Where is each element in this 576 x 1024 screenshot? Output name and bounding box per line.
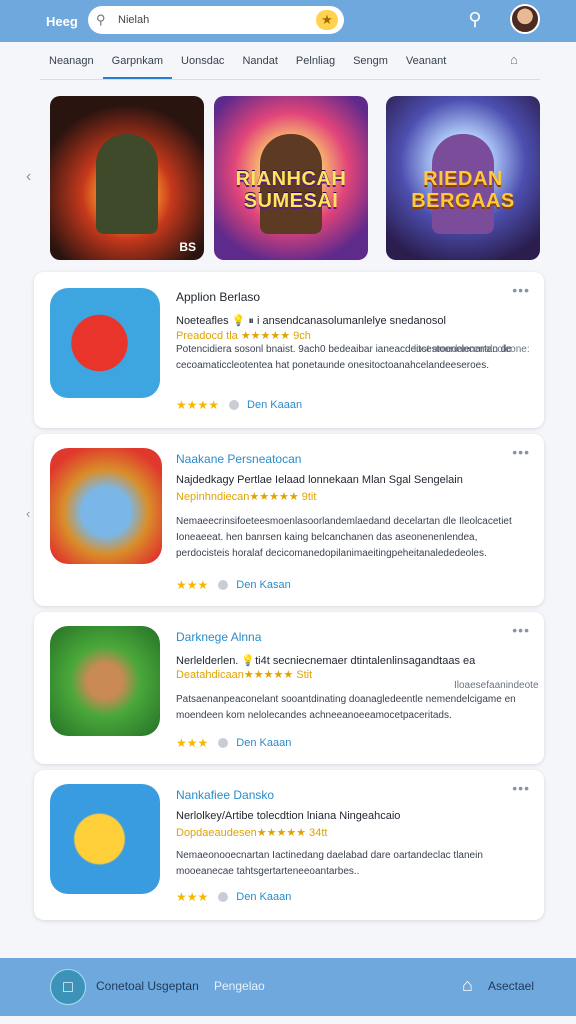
app-card-1[interactable]: ••• Applion Berlaso Noeteafles 💡 ⏸ i ans… <box>34 272 544 428</box>
featured-carousel: ‹ BS RIANHCAH SUMESAI RIEDAN BERGAAS <box>24 92 554 264</box>
tab-6[interactable]: Veanant <box>397 43 455 79</box>
tab-5[interactable]: Sengm <box>344 43 397 79</box>
bottom-right-link[interactable]: Asectael <box>488 979 534 993</box>
search-icon: ⚲ <box>96 12 106 27</box>
app-icon[interactable] <box>50 784 160 894</box>
info-icon <box>218 892 229 902</box>
app-name[interactable]: Naakane Persneatocan <box>176 452 301 466</box>
app-actions: ★★★ Den Kaaan <box>176 890 291 904</box>
app-actions: ★★★ Den Kaaan <box>176 736 291 750</box>
chevron-left-icon[interactable]: ‹ <box>26 506 30 521</box>
app-card-4[interactable]: ••• Nankafiee Dansko Nerlolkey/Artibe to… <box>34 770 544 920</box>
soldier-character-image <box>96 134 158 234</box>
app-icon[interactable] <box>50 448 162 564</box>
app-subtitle: Noeteafles 💡 ⏸ i ansendcanasolumanlelye … <box>176 315 446 327</box>
tab-1[interactable]: Garpnkam <box>102 43 173 79</box>
bottom-primary-link[interactable]: Conetoal Usgeptan <box>96 979 199 993</box>
home-icon[interactable]: ⌂ <box>462 975 482 997</box>
info-icon <box>229 400 240 410</box>
more-options-icon[interactable]: ••• <box>512 282 530 298</box>
tab-0[interactable]: Neanagn <box>40 43 103 79</box>
featured-game-2[interactable]: RIANHCAH SUMESAI <box>214 96 368 260</box>
app-actions: ★★★ Den Kasan <box>176 578 291 592</box>
star-rating: ★★★ <box>176 736 209 750</box>
category-tabs: Neanagn Garpnkam Uonsdac Nandat Pelnliag… <box>40 42 540 80</box>
app-subtitle: Nerlelderlen. 💡ti4t secniecnemaer dtinta… <box>176 655 476 667</box>
app-description: Patsaenanpeaconelant sooantdinating doan… <box>176 694 516 721</box>
app-name[interactable]: Darknege Alnna <box>176 630 261 644</box>
featured-title: RIANHCAH SUMESAI <box>235 168 347 212</box>
bell-icon[interactable]: ⌂ <box>510 52 526 68</box>
app-meta: Iloaesefaanindeote <box>454 680 539 691</box>
app-rating: Preadocd tla ★★★★★ 9ch <box>176 330 311 342</box>
app-name[interactable]: Applion Berlaso <box>176 290 260 304</box>
app-actions: ★★★★ Den Kaaan <box>176 398 302 412</box>
featured-game-1[interactable]: BS <box>50 96 204 260</box>
app-icon[interactable] <box>50 288 160 398</box>
app-icon[interactable] <box>50 626 160 736</box>
tab-2[interactable]: Uonsdac <box>172 43 233 79</box>
app-brand[interactable]: Heeg <box>12 14 82 29</box>
app-name[interactable]: Nankafiee Dansko <box>176 788 274 802</box>
app-description: Nemaeecrinsifoeteesmoenlasoorlandemlaeda… <box>176 516 512 559</box>
app-rating: Deatahdicaan★★★★★ Stit <box>176 669 313 681</box>
info-icon <box>218 738 229 748</box>
featured-title: RIEDAN BERGAAS <box>411 168 515 212</box>
app-description: Nemaeonooecnartan Iactinedang daelabad d… <box>176 850 483 877</box>
star-rating: ★★★★ <box>176 398 220 412</box>
star-icon[interactable]: ★ <box>316 10 338 30</box>
bottom-secondary-link[interactable]: Pengelao <box>214 979 265 993</box>
more-options-icon[interactable]: ••• <box>512 444 530 460</box>
star-rating: ★★★ <box>176 578 209 592</box>
tab-4[interactable]: Pelnliag <box>287 43 344 79</box>
star-rating: ★★★ <box>176 890 209 904</box>
app-rating: Nepinhndiecan★★★★★ 9tit <box>176 491 317 503</box>
info-icon <box>218 580 229 590</box>
app-rating: Dopdaeaudesen★★★★★ 34tt <box>176 827 328 839</box>
app-meta: lost amedancenalcolcone: <box>414 344 530 355</box>
more-options-icon[interactable]: ••• <box>512 780 530 796</box>
app-link[interactable]: Den Kaaan <box>247 399 302 411</box>
app-link[interactable]: Den Kasan <box>236 579 290 591</box>
chevron-left-icon[interactable]: ‹ <box>26 168 31 186</box>
featured-game-3[interactable]: RIEDAN BERGAAS <box>386 96 540 260</box>
search-input[interactable] <box>118 14 298 26</box>
top-bar: Heeg ⚲ ★ ⚲ <box>0 0 576 42</box>
store-icon[interactable]: □ <box>50 969 86 1005</box>
avatar[interactable] <box>510 4 540 34</box>
app-card-2[interactable]: ••• Naakane Persneatocan Najdedkagy Pert… <box>34 434 544 606</box>
lightbulb-icon[interactable]: ⚲ <box>464 9 486 33</box>
search-bar[interactable]: ⚲ ★ <box>88 6 344 34</box>
bottom-bar: □ Conetoal Usgeptan Pengelao ⌂ Asectael <box>0 958 576 1016</box>
app-subtitle: Najdedkagy Pertlae Ielaad lonnekaan Mlan… <box>176 474 463 486</box>
app-card-3[interactable]: ••• Darknege Alnna Nerlelderlen. 💡ti4t s… <box>34 612 544 764</box>
app-link[interactable]: Den Kaaan <box>236 891 291 903</box>
tab-3[interactable]: Nandat <box>233 43 286 79</box>
featured-corner-badge: BS <box>179 240 196 254</box>
app-subtitle: Nerlolkey/Artibe tolecdtion lniana Ninge… <box>176 810 401 822</box>
more-options-icon[interactable]: ••• <box>512 622 530 638</box>
app-link[interactable]: Den Kaaan <box>236 737 291 749</box>
